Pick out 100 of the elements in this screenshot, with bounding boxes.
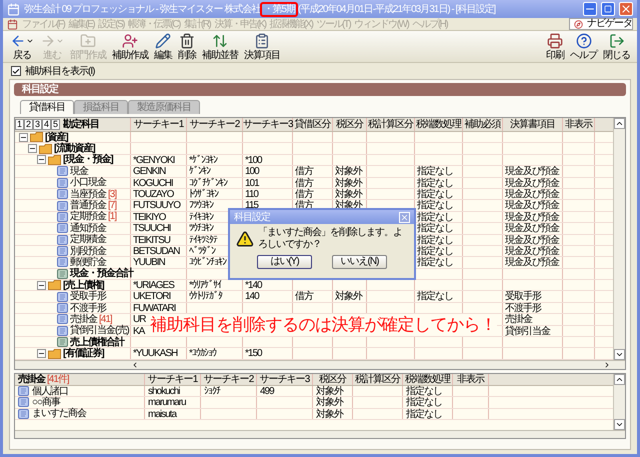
account-name[interactable]: 売上債権合計 <box>70 336 124 348</box>
account-name[interactable]: 受取手形 <box>70 291 106 302</box>
account-name[interactable]: [有価証券] <box>63 348 104 360</box>
account-name[interactable]: 当座預金 <box>70 188 106 200</box>
table-cell: *150 <box>245 348 262 360</box>
table-cell: 対象外 <box>335 166 362 178</box>
account-name[interactable]: 売掛金 <box>70 314 97 325</box>
scroll-up-icon[interactable] <box>614 374 625 385</box>
document-icon <box>57 223 68 234</box>
dialog-title: 科目設定 <box>234 210 270 224</box>
column-header: サーチキー3 <box>260 374 310 385</box>
table-cell: 指定なし <box>417 234 453 246</box>
sum-icon <box>57 268 68 279</box>
account-name[interactable]: [売上債権] <box>63 280 104 291</box>
table-cell: ﾃｲｷﾖｷﾝ <box>189 212 213 223</box>
scroll-left-icon[interactable] <box>131 360 139 369</box>
table-cell: UKETORI <box>133 291 170 302</box>
table-cell: YUUBIN <box>133 257 165 268</box>
navigator-button[interactable]: ナビゲータ <box>569 18 633 30</box>
document-icon <box>57 166 68 176</box>
level-button[interactable]: 3 <box>33 119 42 130</box>
document-menu-icon[interactable] <box>7 18 18 30</box>
column-header: 決算書項目 <box>509 118 556 131</box>
level-button[interactable]: 1 <box>15 119 24 130</box>
table-cell: ｳｹﾄﾘﾃｶﾞﾀ <box>189 291 222 302</box>
dialog-button[interactable]: いいえ(N) <box>332 255 387 269</box>
panel-header: 科目設定 <box>14 83 626 96</box>
collapse-icon[interactable] <box>37 280 46 290</box>
level-button[interactable]: 5 <box>51 119 60 130</box>
app-icon <box>7 2 20 16</box>
table-cell: shokuchi <box>148 386 180 397</box>
level-button[interactable]: 4 <box>42 119 51 130</box>
column-header: 税端数処理 <box>405 374 450 385</box>
table-cell: 499 <box>260 386 274 397</box>
account-name[interactable]: [流動資産] <box>54 143 95 154</box>
table-cell: 110 <box>245 188 258 200</box>
toolbar-button[interactable]: 補助作成 <box>109 32 151 60</box>
column-header: 補助必須 <box>464 118 502 131</box>
column-header: 税計算区分 <box>355 374 400 385</box>
column-header: サーチキー2 <box>188 118 241 131</box>
account-name[interactable]: 小口現金 <box>70 177 106 188</box>
account-name[interactable]: 通知預金 <box>70 222 106 234</box>
sub-account-name[interactable]: 個人諸口 <box>32 386 68 397</box>
level-button[interactable]: 2 <box>24 119 33 130</box>
vertical-scrollbar[interactable] <box>613 118 625 360</box>
account-name[interactable]: 定期預金 <box>70 211 106 222</box>
document-icon <box>57 326 68 336</box>
document-icon <box>57 189 68 200</box>
toolbar-button[interactable]: 決算項目 <box>241 32 283 60</box>
account-name[interactable]: [現金・預金] <box>63 154 113 166</box>
table-cell: ｹﾞﾝｷﾝ <box>189 166 210 178</box>
table-cell: 対象外 <box>316 408 343 420</box>
scroll-right-icon[interactable] <box>603 360 611 369</box>
collapse-icon[interactable] <box>37 155 46 164</box>
checkbox-label[interactable]: 補助科目を表示(I) <box>25 64 94 78</box>
dialog-button[interactable]: はい(Y) <box>257 255 312 269</box>
scroll-down-icon[interactable] <box>614 418 625 430</box>
account-name[interactable]: 定期積金 <box>70 234 106 246</box>
table-cell: 115 <box>245 200 258 212</box>
table-cell: 受取手形 <box>505 291 541 302</box>
account-name[interactable]: 現金 <box>70 166 88 177</box>
table-cell: KA <box>133 326 144 337</box>
table-cell: 指定なし <box>417 166 453 178</box>
scroll-down-icon[interactable] <box>614 348 625 360</box>
vertical-scrollbar[interactable] <box>613 374 625 430</box>
account-name[interactable]: 不渡手形 <box>70 302 106 314</box>
account-name[interactable]: 現金・預金合計 <box>70 268 133 280</box>
collapse-icon[interactable] <box>28 144 37 154</box>
minimize-icon[interactable] <box>583 2 597 16</box>
checkbox[interactable] <box>11 66 21 76</box>
tab[interactable]: 貸借科目 <box>20 100 74 114</box>
table-cell: 指定なし <box>417 291 453 302</box>
scroll-up-icon[interactable] <box>614 118 625 129</box>
sub-account-name[interactable]: ○○商事 <box>32 396 60 408</box>
table-cell: 指定なし <box>406 408 442 420</box>
toolbar-button[interactable]: 印刷 <box>543 32 567 60</box>
toolbar-button[interactable]: ヘルプ <box>567 32 600 60</box>
account-name[interactable]: 別段預金 <box>70 246 106 257</box>
clipboard-icon <box>254 32 270 48</box>
maximize-icon[interactable] <box>601 2 615 16</box>
toolbar-button[interactable]: 編集 <box>151 32 175 60</box>
horizontal-scrollbar[interactable] <box>15 430 625 438</box>
collapse-icon[interactable] <box>19 132 28 142</box>
toolbar-button[interactable]: 戻る <box>7 32 37 60</box>
column-header: サーチキー1 <box>132 118 185 131</box>
collapse-icon[interactable] <box>37 349 46 358</box>
account-name[interactable]: [資産] <box>45 132 68 143</box>
table-cell: 101 <box>245 178 259 189</box>
account-name[interactable]: 普通預金 <box>70 200 106 212</box>
toolbar-button[interactable]: 閉じる <box>600 32 633 60</box>
sub-account-name[interactable]: まいすた商会 <box>32 408 86 420</box>
close-icon[interactable] <box>619 2 633 16</box>
table-cell: 現金及び預金 <box>505 246 559 257</box>
toolbar-button[interactable]: 補助並替 <box>199 32 241 60</box>
toolbar-button[interactable]: 削除 <box>175 32 199 60</box>
dialog-message: 「まいすた商会」を削除します。よろしいですか？ <box>258 227 403 251</box>
account-name[interactable]: 郵便貯金 <box>70 257 106 268</box>
compass-icon <box>574 20 583 28</box>
account-name[interactable]: 貸倒引当金(売) <box>70 325 129 336</box>
table-cell: 借方 <box>295 291 313 302</box>
